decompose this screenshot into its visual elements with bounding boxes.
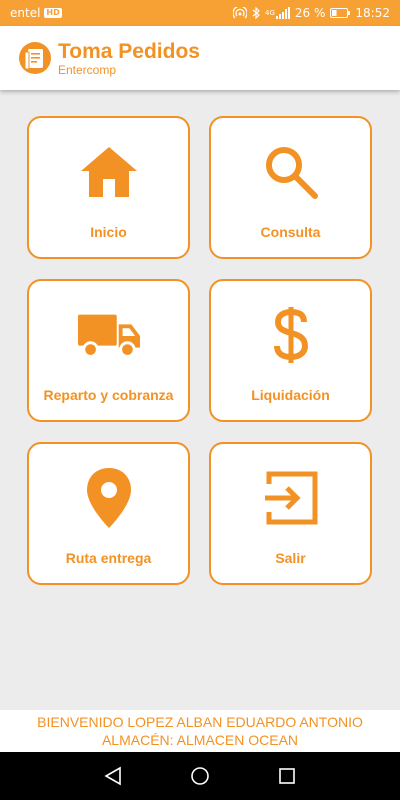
battery-icon <box>330 8 351 18</box>
menu-label: Ruta entrega <box>65 550 152 566</box>
carrier-name: entel <box>10 6 41 20</box>
battery-percent: 26 % <box>294 6 326 20</box>
app-subtitle: Entercomp <box>58 62 117 77</box>
search-icon <box>259 140 323 204</box>
system-nav-bar <box>0 752 400 800</box>
menu-label: Reparto y cobranza <box>43 387 174 403</box>
app-bar: Toma Pedidos Entercomp <box>0 26 400 90</box>
main-menu: Inicio Consulta Reparto y cobranza Liqui… <box>27 116 373 585</box>
network-badge: HD <box>44 8 62 18</box>
menu-tile-inicio[interactable]: Inicio <box>27 116 190 259</box>
status-bar: entel HD 4G 26 % 18:52 <box>0 0 400 26</box>
exit-icon <box>259 466 323 530</box>
menu-tile-consulta[interactable]: Consulta <box>209 116 372 259</box>
menu-tile-salir[interactable]: Salir <box>209 442 372 585</box>
menu-tile-ruta-entrega[interactable]: Ruta entrega <box>27 442 190 585</box>
app-title: Toma Pedidos <box>58 39 200 63</box>
footer-info: BIENVENIDO LOPEZ ALBAN EDUARDO ANTONIO A… <box>0 710 400 752</box>
recents-icon[interactable] <box>275 764 299 788</box>
app-titles: Toma Pedidos Entercomp <box>58 39 200 77</box>
home-icon <box>77 140 141 204</box>
signal-icon: 4G <box>265 7 290 19</box>
network-type-label: 4G <box>265 9 275 17</box>
dollar-icon <box>259 303 323 367</box>
menu-label: Liquidación <box>251 387 330 403</box>
hotspot-icon <box>233 7 248 19</box>
order-list-icon <box>18 41 52 75</box>
warehouse-text: ALMACÉN: ALMACEN OCEAN <box>101 732 299 748</box>
menu-label: Salir <box>275 550 306 566</box>
back-icon[interactable] <box>101 764 125 788</box>
clock: 18:52 <box>355 6 390 20</box>
menu-label: Inicio <box>90 224 127 240</box>
menu-tile-liquidacion[interactable]: Liquidación <box>209 279 372 422</box>
bluetooth-icon <box>252 7 260 19</box>
status-right: 4G 26 % 18:52 <box>233 6 390 20</box>
home-nav-icon[interactable] <box>188 764 212 788</box>
welcome-text: BIENVENIDO LOPEZ ALBAN EDUARDO ANTONIO <box>37 714 363 730</box>
menu-tile-reparto[interactable]: Reparto y cobranza <box>27 279 190 422</box>
status-left: entel HD <box>10 6 62 20</box>
location-pin-icon <box>77 466 141 530</box>
truck-icon <box>77 303 141 367</box>
menu-label: Consulta <box>260 224 321 240</box>
